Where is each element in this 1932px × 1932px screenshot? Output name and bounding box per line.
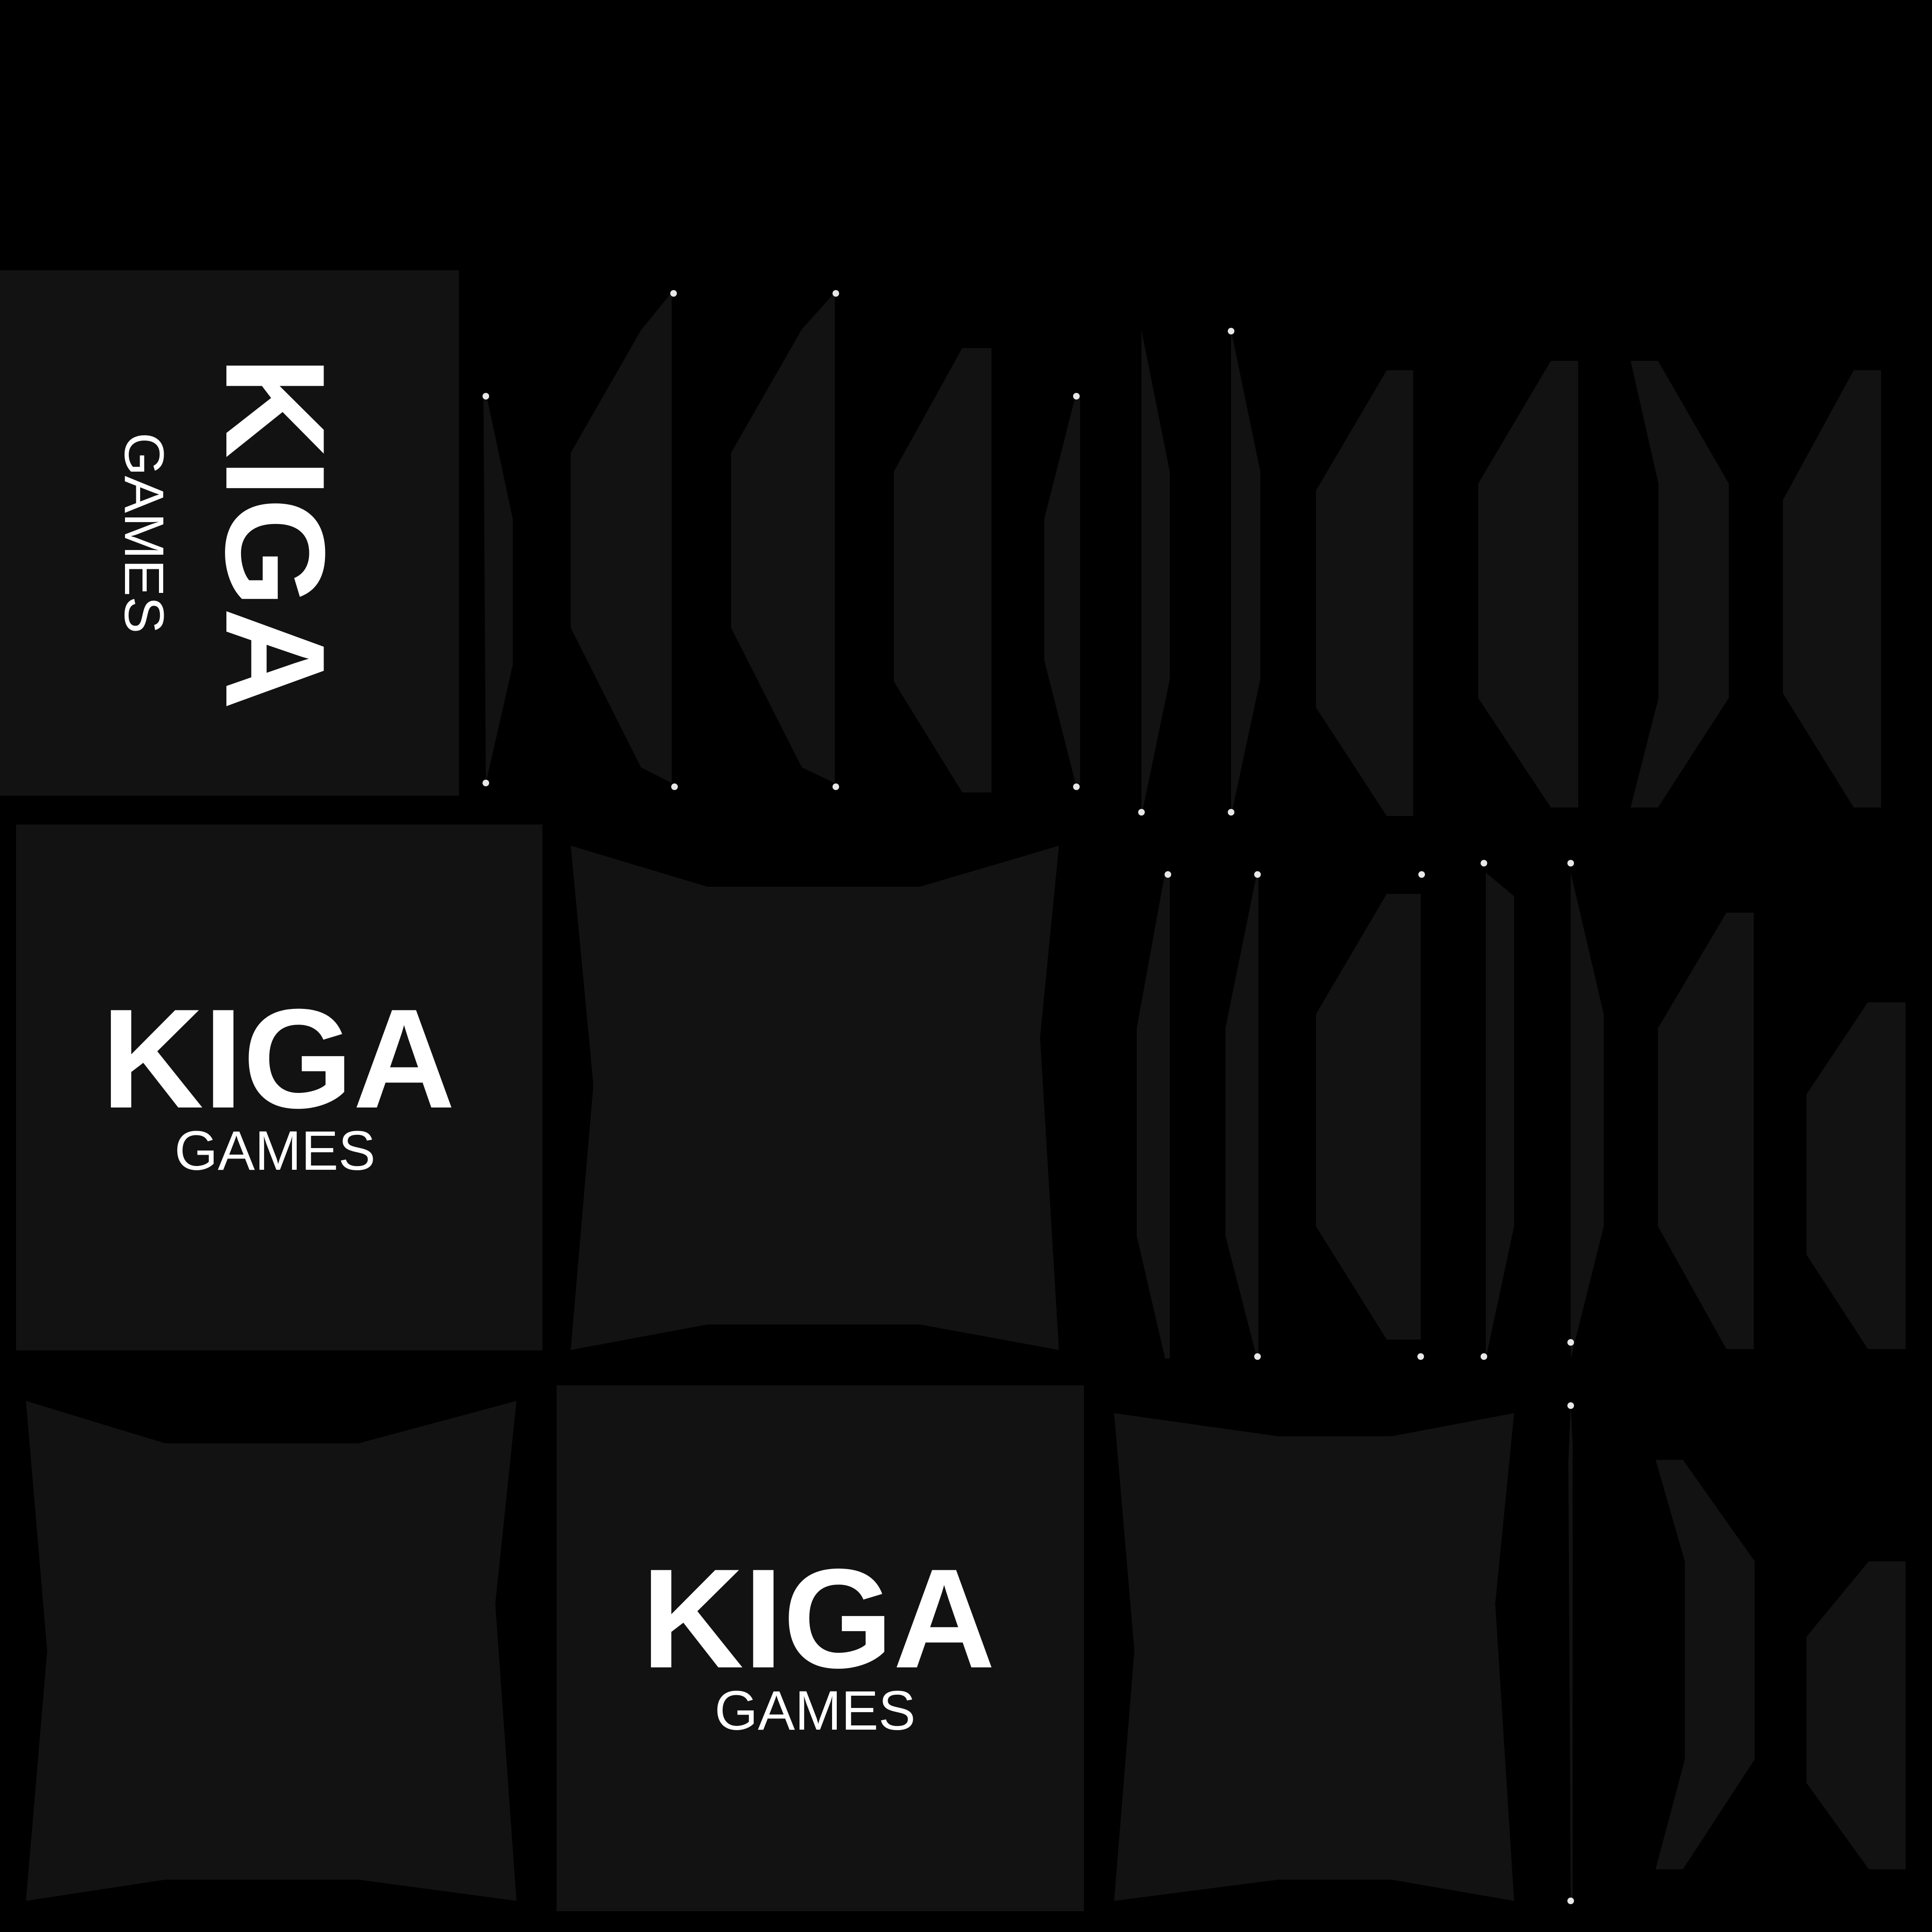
- logo-subtitle: GAMES: [175, 1120, 375, 1182]
- vertex-dot: [833, 783, 839, 790]
- vertex-dot: [1481, 860, 1487, 866]
- vertex-dot: [670, 290, 677, 297]
- pillow-panel: [1114, 1413, 1514, 1901]
- vertex-dot: [1228, 809, 1234, 816]
- logo-wordmark: KIGA: [101, 979, 455, 1138]
- logo-wordmark: KIGA: [641, 1539, 995, 1698]
- logo-tile-bottom: KIGA GAMES: [557, 1385, 1084, 1911]
- logo-tile-middle: KIGA GAMES: [16, 824, 542, 1350]
- vertex-dot: [1481, 1353, 1487, 1360]
- vertex-dot: [1165, 871, 1171, 878]
- vertex-dot: [1254, 871, 1261, 878]
- vertex-dot: [1567, 860, 1574, 866]
- vertex-dot: [1073, 393, 1080, 400]
- pillow-panel: [571, 846, 1059, 1350]
- logo-subtitle: GAMES: [113, 433, 175, 633]
- vertex-dot: [1567, 1339, 1574, 1346]
- vertex-dot: [1567, 1898, 1574, 1904]
- logo-tile-rotated: KIGA GAMES: [0, 270, 459, 796]
- vertex-dot: [833, 290, 839, 297]
- vertex-dot: [1228, 328, 1234, 334]
- vertex-dot: [1254, 1353, 1261, 1360]
- vertex-dot: [671, 783, 678, 790]
- texture-atlas: KIGA GAMES KIGA GAMES KIGA GAMES: [0, 0, 1932, 1932]
- vertex-dot: [1138, 809, 1145, 816]
- vertex-dot: [483, 780, 489, 786]
- vertex-dot: [1073, 783, 1080, 790]
- logo-subtitle: GAMES: [715, 1680, 916, 1742]
- vertex-dot: [483, 393, 489, 400]
- vertex-dot: [1418, 871, 1425, 878]
- logo-wordmark: KIGA: [196, 356, 355, 710]
- vertex-dot: [1417, 1353, 1424, 1360]
- vertex-dot: [1567, 1402, 1574, 1409]
- pillow-panel: [26, 1401, 516, 1901]
